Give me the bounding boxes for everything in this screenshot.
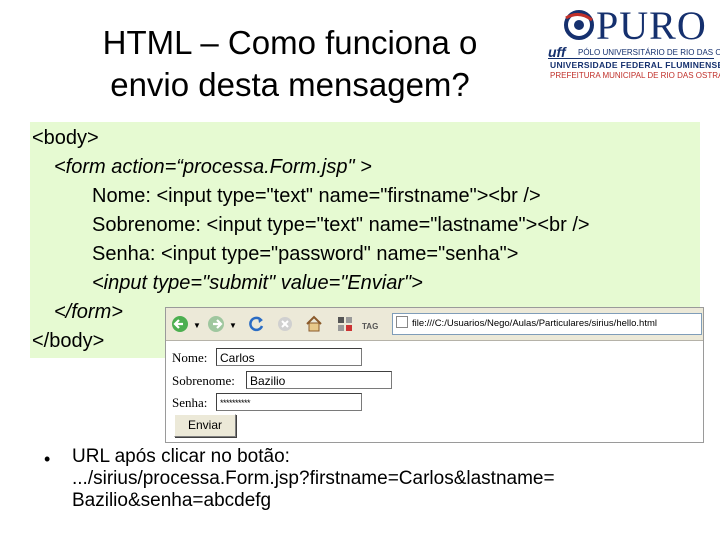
senha-input[interactable]: ********** xyxy=(216,393,362,411)
code-line: <input type="submit" value="Enviar"> xyxy=(92,272,423,294)
logo-brand: PURO xyxy=(596,3,707,48)
logo-subtitle: PÓLO UNIVERSITÁRIO DE RIO DAS OSTRAS xyxy=(578,48,720,57)
forward-arrow-icon[interactable] xyxy=(206,315,226,333)
bullet-line1: URL após clicar no botão: xyxy=(72,446,290,467)
slide-title-line2: envio desta mensagem? xyxy=(110,66,470,103)
code-line: Nome: <input type="text" name="firstname… xyxy=(92,185,541,207)
slide-title-line1: HTML – Como funciona o xyxy=(102,24,478,61)
reload-icon[interactable] xyxy=(246,314,266,334)
bullet-text: URL após clicar no botão: .../sirius/pro… xyxy=(72,446,712,512)
back-arrow-icon[interactable] xyxy=(170,315,190,333)
logo-prefeitura: PREFEITURA MUNICIPAL DE RIO DAS OSTRAS xyxy=(550,71,720,80)
nome-label: Nome: xyxy=(172,350,208,365)
bullet-line3: Bazilio&senha=abcdefg xyxy=(72,490,272,511)
enviar-button[interactable]: Enviar xyxy=(174,414,236,437)
senha-label: Senha: xyxy=(172,395,208,410)
address-url: file:///C:/Usuarios/Nego/Aulas/Particula… xyxy=(412,318,657,329)
tabs-icon[interactable] xyxy=(336,315,354,333)
stop-icon[interactable] xyxy=(276,315,294,333)
logo-divider xyxy=(548,58,714,59)
page-icon xyxy=(396,316,408,328)
bullet-line2: .../sirius/processa.Form.jsp?firstname=C… xyxy=(72,468,555,489)
browser-screenshot: ▼ ▼ TAG file:///C:/Usuarios/Nego/Aulas/P… xyxy=(165,307,704,443)
code-line: </body> xyxy=(32,330,105,352)
address-bar[interactable]: file:///C:/Usuarios/Nego/Aulas/Particula… xyxy=(392,313,702,335)
nome-input[interactable]: Carlos xyxy=(216,348,362,366)
code-line: Senha: <input type="password" name="senh… xyxy=(92,243,519,265)
browser-toolbar: ▼ ▼ TAG file:///C:/Usuarios/Nego/Aulas/P… xyxy=(166,308,703,341)
sobrenome-label: Sobrenome: xyxy=(172,373,235,388)
code-line: Sobrenome: <input type="text" name="last… xyxy=(92,214,590,236)
puro-emblem-icon xyxy=(564,10,594,40)
slide-title: HTML – Como funciona o envio desta mensa… xyxy=(30,22,550,106)
code-line: <body> xyxy=(32,127,99,149)
home-icon[interactable] xyxy=(304,314,324,334)
code-line: <form action=“processa.Form.jsp" > xyxy=(54,156,372,178)
puro-logo: PURO uff PÓLO UNIVERSITÁRIO DE RIO DAS O… xyxy=(548,3,720,82)
tag-icon[interactable]: TAG xyxy=(362,319,378,335)
code-line: </form> xyxy=(54,301,123,323)
forward-dropdown-icon[interactable]: ▼ xyxy=(229,318,237,334)
bullet-icon: • xyxy=(44,449,51,469)
back-dropdown-icon[interactable]: ▼ xyxy=(193,318,201,334)
logo-university: UNIVERSIDADE FEDERAL FLUMINENSE xyxy=(550,60,720,70)
sobrenome-input[interactable]: Bazilio xyxy=(246,371,392,389)
